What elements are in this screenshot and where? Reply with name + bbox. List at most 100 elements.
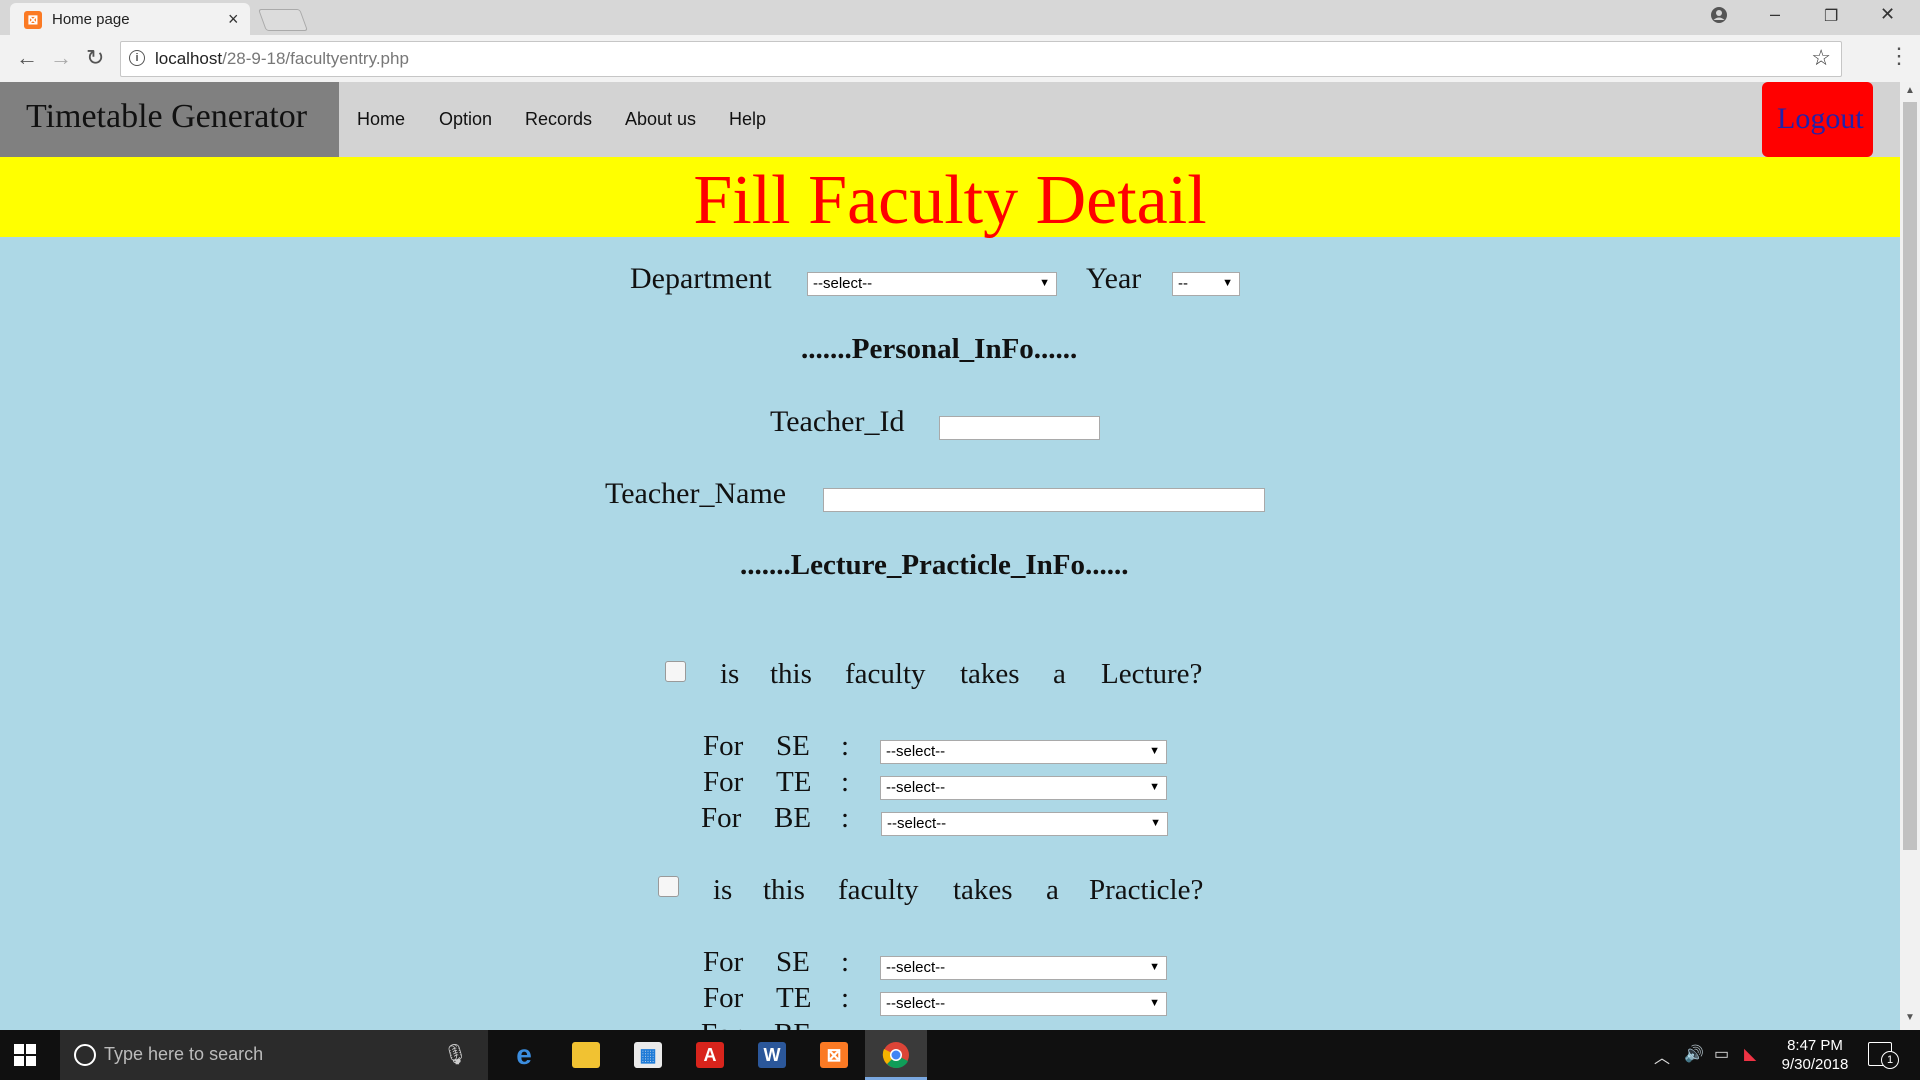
teacher-name-label: Teacher_Name — [605, 477, 787, 510]
level-label-se: SE — [776, 730, 810, 762]
nav-home[interactable]: Home — [357, 109, 405, 130]
bookmark-star-icon[interactable]: ☆ — [1811, 45, 1831, 71]
practicle-q-2: this — [763, 874, 805, 906]
battery-icon[interactable]: ▭ — [1714, 1044, 1729, 1064]
logout-button[interactable]: Logout — [1762, 82, 1873, 157]
for-label: For — [701, 802, 742, 834]
site-navbar: Timetable Generator Home Option Records … — [0, 82, 1900, 157]
edge-app-button[interactable]: e — [493, 1030, 555, 1080]
scroll-up-icon[interactable]: ▲ — [1905, 85, 1915, 96]
level-label-te: TE — [776, 766, 812, 798]
dropdown-arrow-icon: ▼ — [1039, 277, 1050, 289]
word-app-button[interactable]: W — [741, 1030, 803, 1080]
dropdown-arrow-icon: ▼ — [1149, 745, 1160, 757]
year-select[interactable]: -- ▼ — [1172, 272, 1240, 296]
search-placeholder: Type here to search — [104, 1044, 264, 1064]
action-center-icon[interactable]: 1 — [1868, 1042, 1899, 1069]
lecture-te-select[interactable]: --select-- ▼ — [880, 776, 1167, 800]
colon-label: : — [841, 802, 850, 834]
windows-start-icon[interactable] — [14, 1044, 36, 1066]
acrobat-icon: A — [696, 1042, 724, 1068]
practicle-q-4: takes — [953, 874, 1013, 906]
page-title: Fill Faculty Detail — [693, 162, 1207, 239]
chrome-app-button[interactable] — [865, 1030, 927, 1080]
nav-option[interactable]: Option — [439, 109, 492, 130]
notification-count: 1 — [1881, 1051, 1899, 1069]
scroll-down-icon[interactable]: ▼ — [1905, 1012, 1915, 1023]
xampp-favicon-icon: ⊠ — [24, 11, 42, 29]
taskbar-search-box[interactable]: Type here to search 🎙 — [60, 1030, 488, 1080]
for-label: For — [703, 730, 744, 762]
lecture-q-3: faculty — [845, 658, 926, 690]
year-label: Year — [1086, 262, 1142, 295]
taskbar-clock[interactable]: 8:47 PM 9/30/2018 — [1770, 1036, 1860, 1074]
lecture-q-1: is — [720, 658, 740, 690]
xampp-app-button[interactable]: ⊠ — [803, 1030, 865, 1080]
tab-close-icon[interactable]: × — [228, 9, 239, 30]
maximize-icon[interactable]: ❐ — [1824, 6, 1838, 26]
cortana-icon — [74, 1044, 96, 1066]
nav-about-us[interactable]: About us — [625, 109, 696, 130]
teacher-id-input[interactable] — [939, 416, 1100, 440]
colon-label: : — [841, 982, 850, 1014]
profile-icon[interactable] — [1710, 6, 1728, 24]
windows-taskbar: Type here to search 🎙 e ▦ A W ⊠ ︿ 🔊 ▭ ◣ … — [0, 1030, 1920, 1080]
microphone-icon[interactable]: 🎙 — [443, 1042, 468, 1067]
show-hidden-icons-icon[interactable]: ︿ — [1654, 1044, 1670, 1068]
dropdown-arrow-icon: ▼ — [1150, 817, 1161, 829]
practicle-q-5: a — [1046, 874, 1059, 906]
back-icon[interactable]: ← — [16, 45, 38, 71]
teacher-name-input[interactable] — [823, 488, 1265, 512]
brand[interactable]: Timetable Generator — [0, 82, 339, 157]
file-explorer-app-button[interactable] — [555, 1030, 617, 1080]
store-app-button[interactable]: ▦ — [617, 1030, 679, 1080]
lecture-q-6: Lecture? — [1101, 658, 1203, 690]
nav-records[interactable]: Records — [525, 109, 592, 130]
for-label: For — [703, 946, 744, 978]
address-toolbar: ← → ↻ i localhost/28-9-18/facultyentry.p… — [0, 35, 1920, 83]
for-label: For — [703, 982, 744, 1014]
browser-menu-icon[interactable]: ⋮ — [1888, 43, 1910, 69]
site-info-icon[interactable]: i — [129, 50, 145, 66]
lecture-se-select[interactable]: --select-- ▼ — [880, 740, 1167, 764]
lecture-q-2: this — [770, 658, 812, 690]
dropdown-arrow-icon: ▼ — [1222, 277, 1233, 289]
dropdown-arrow-icon: ▼ — [1149, 961, 1160, 973]
browser-tab[interactable]: ⊠ Home page × — [10, 3, 250, 35]
practicle-se-select[interactable]: --select-- ▼ — [880, 956, 1167, 980]
minimize-icon[interactable]: – — [1770, 4, 1780, 25]
dropdown-arrow-icon: ▼ — [1149, 781, 1160, 793]
colon-label: : — [841, 946, 850, 978]
volume-icon[interactable]: 🔊 — [1684, 1044, 1704, 1064]
store-icon: ▦ — [634, 1042, 662, 1068]
file-explorer-icon — [572, 1042, 600, 1068]
forward-icon[interactable]: → — [50, 45, 72, 71]
for-label: For — [703, 766, 744, 798]
practicle-checkbox[interactable] — [658, 876, 679, 897]
teacher-id-label: Teacher_Id — [770, 405, 905, 438]
xampp-icon: ⊠ — [820, 1042, 848, 1068]
page-content: Timetable Generator Home Option Records … — [0, 82, 1900, 1030]
lecture-q-4: takes — [960, 658, 1020, 690]
department-select[interactable]: --select-- ▼ — [807, 272, 1057, 296]
reload-icon[interactable]: ↻ — [86, 45, 104, 71]
close-window-icon[interactable]: ✕ — [1880, 4, 1895, 25]
practicle-q-3: faculty — [838, 874, 919, 906]
clock-time: 8:47 PM — [1787, 1037, 1843, 1054]
practicle-te-select[interactable]: --select-- ▼ — [880, 992, 1167, 1016]
browser-tab-strip: ⊠ Home page × – ❐ ✕ — [0, 0, 1920, 35]
scroll-thumb[interactable] — [1903, 102, 1917, 850]
lecture-be-select[interactable]: --select-- ▼ — [881, 812, 1168, 836]
network-icon[interactable]: ◣ — [1744, 1044, 1756, 1064]
url-bar[interactable]: i localhost/28-9-18/facultyentry.php ☆ — [120, 41, 1842, 77]
acrobat-app-button[interactable]: A — [679, 1030, 741, 1080]
personal-info-heading: .......Personal_InFo...... — [801, 333, 1078, 365]
lecture-checkbox[interactable] — [665, 661, 686, 682]
new-tab-button[interactable] — [257, 9, 309, 31]
word-icon: W — [758, 1042, 786, 1068]
practicle-q-1: is — [713, 874, 733, 906]
page-scrollbar[interactable]: ▲ ▼ — [1900, 82, 1920, 1030]
nav-help[interactable]: Help — [729, 109, 766, 130]
for-label: For — [701, 1018, 741, 1030]
chrome-icon — [882, 1042, 909, 1069]
